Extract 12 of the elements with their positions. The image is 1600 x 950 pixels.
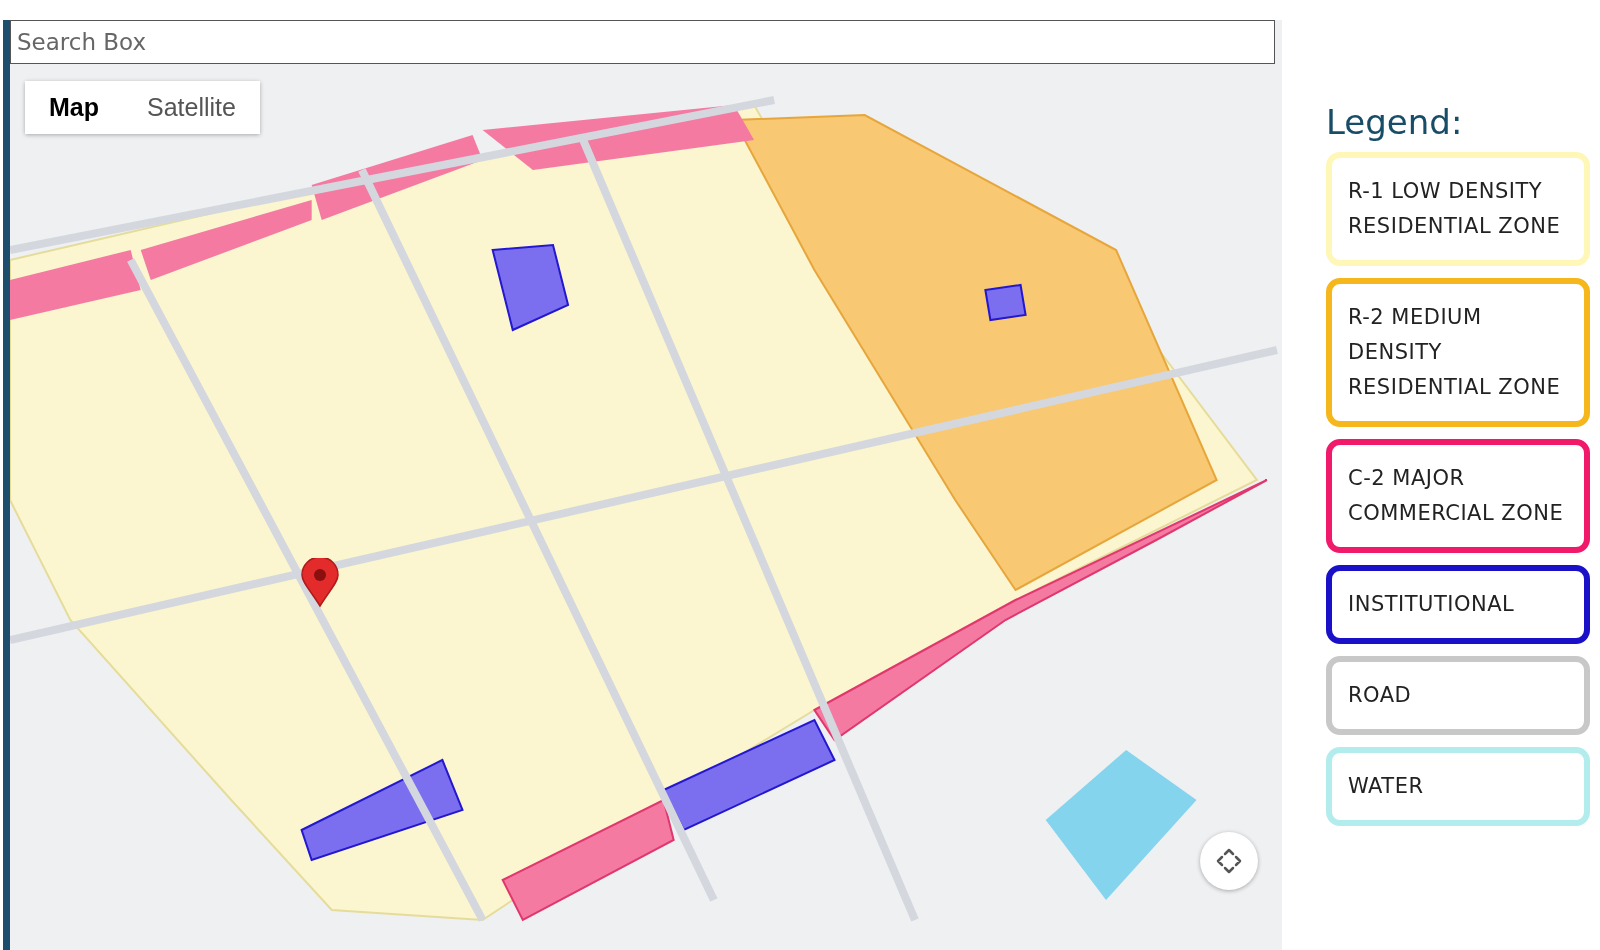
legend-item: INSTITUTIONAL bbox=[1326, 565, 1590, 644]
legend-item: R-1 LOW DENSITY RESIDENTIAL ZONE bbox=[1326, 152, 1590, 266]
legend-title: Legend: bbox=[1326, 102, 1464, 142]
legend-item: ROAD bbox=[1326, 656, 1590, 735]
location-pin-icon bbox=[300, 558, 340, 608]
map-type-tab[interactable]: Map bbox=[25, 81, 123, 134]
legend-item: C-2 MAJOR COMMERCIAL ZONE bbox=[1326, 439, 1590, 553]
legend-item: WATER bbox=[1326, 747, 1590, 826]
fullscreen-icon bbox=[1214, 846, 1244, 876]
map-type-tab[interactable]: Satellite bbox=[123, 81, 260, 134]
legend-item: R-2 MEDIUM DENSITY RESIDENTIAL ZONE bbox=[1326, 278, 1590, 427]
search-field[interactable]: Search Box bbox=[10, 20, 1275, 64]
